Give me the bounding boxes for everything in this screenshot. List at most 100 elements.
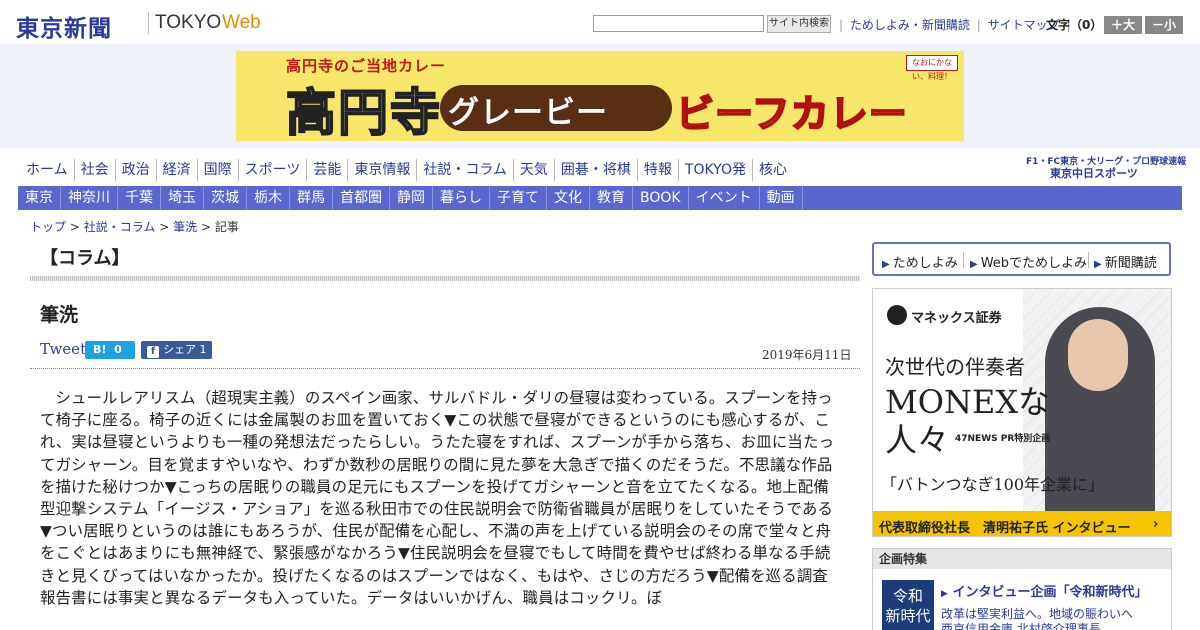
primary-nav: ホーム 社会 政治 経済 国際 スポーツ 芸能 東京情報 社説・コラム 天気 囲碁・将棋 特報 TOKY… [20, 159, 793, 183]
nav-entertainment[interactable]: 芸能 [307, 159, 349, 181]
search-input[interactable] [593, 15, 764, 32]
ad-monex[interactable]: マネックス証券 次世代の伴奏者 MONEXな 人々 47NEWS PR特別企画 … [872, 288, 1172, 537]
nav-kanagawa[interactable]: 神奈川 [61, 186, 118, 210]
article-body: シュールレアリスム（超現実主義）のスペイン画家、サルバドル・ダリの昼寝は変わって… [40, 389, 835, 607]
nav-event[interactable]: イベント [689, 186, 760, 210]
banner-kouenji: 高円寺 [285, 83, 442, 141]
nav-editorial[interactable]: 社説・コラム [417, 159, 514, 181]
hatena-icon: B! [93, 343, 107, 356]
nav-tokuho[interactable]: 特報 [638, 159, 679, 181]
nav-gunma[interactable]: 群馬 [290, 186, 333, 210]
side-link-trial-label: ためしよみ [892, 256, 958, 271]
logo-divider [148, 12, 149, 34]
breadcrumb: トップ > 社説・コラム > 筆洗 > 記事 [30, 218, 239, 235]
triangle-right-icon: ▶ [941, 589, 948, 599]
font-smaller-button[interactable]: －小 [1145, 16, 1183, 34]
chunichi-sports-logo[interactable]: 東京中日スポーツ [1050, 165, 1138, 181]
nav-kyoiku[interactable]: 教育 [590, 186, 633, 210]
breadcrumb-separator: > [159, 220, 170, 234]
banner-gravy-text: グレービー [448, 95, 608, 131]
ad-person-face [1068, 319, 1128, 391]
ad-headline-1: 次世代の伴奏者 [885, 355, 1025, 379]
breadcrumb-separator: > [200, 220, 211, 234]
triangle-right-icon: ▶ [970, 259, 978, 270]
font-size-label: 文字（0） [1046, 18, 1103, 32]
triangle-right-icon: ▶ [1094, 259, 1102, 270]
nav-go-shogi[interactable]: 囲碁・将棋 [555, 159, 638, 181]
breadcrumb-top[interactable]: トップ [30, 220, 66, 234]
feature-box: 企画特集 令和 新時代 ▶ インタビュー企画「令和新時代」 改革は堅実利益へ。地域… [872, 548, 1172, 630]
nav-chiba[interactable]: 千葉 [118, 186, 161, 210]
feature-heading: 企画特集 [873, 549, 1171, 569]
ad-logo-text: マネックス証券 [911, 311, 1002, 326]
nav-book[interactable]: BOOK [633, 186, 689, 210]
ad-banner-curry[interactable]: 高円寺のご当地カレー 高円寺 グレービー ビーフカレー なおにかない、料理！ [236, 51, 964, 141]
search-button[interactable]: サイト内検索 [767, 15, 831, 33]
nav-kurashi[interactable]: 暮らし [433, 186, 490, 210]
feature-title-link[interactable]: ▶ インタビュー企画「令和新時代」 [941, 581, 1147, 600]
feature-thumb-line2: 新時代 [885, 607, 931, 625]
nav-home[interactable]: ホーム [20, 159, 75, 181]
nav-sports[interactable]: スポーツ [239, 159, 308, 181]
link-divider [963, 252, 964, 268]
ad-headline-3: 人々 [885, 421, 950, 459]
tweet-button[interactable]: Tweet [40, 340, 86, 358]
feature-sub-2[interactable]: 西京信用金庫 北村啓介理事長 [941, 620, 1101, 630]
monex-logo-icon [887, 305, 907, 325]
breadcrumb-hissen[interactable]: 筆洗 [173, 220, 197, 234]
facebook-share-count: 1 [199, 343, 207, 356]
logo-web-text[interactable]: Web [222, 12, 261, 34]
chevron-right-icon: › [1153, 517, 1159, 532]
nav-tokyo-info[interactable]: 東京情報 [348, 159, 418, 181]
side-link-trial[interactable]: ▶ ためしよみ [882, 252, 958, 271]
article-title: 筆洗 [40, 304, 79, 326]
facebook-share-button[interactable]: f シェア 1 [141, 341, 212, 359]
site-logo[interactable]: 東京新聞 [16, 9, 112, 43]
nav-tokyo[interactable]: 東京 [18, 186, 61, 210]
font-bigger-button[interactable]: ＋大 [1104, 16, 1142, 34]
link-separator: | [976, 18, 981, 32]
link-separator: | [839, 18, 844, 32]
nav-ibaraki[interactable]: 茨城 [204, 186, 247, 210]
nav-video[interactable]: 動画 [760, 186, 803, 210]
secondary-nav: 東京 神奈川 千葉 埼玉 茨城 栃木 群馬 首都圏 静岡 暮らし 子育て 文化 教育 BOOK イベント 動画 [18, 186, 1182, 210]
nav-kosodate[interactable]: 子育て [490, 186, 547, 210]
nav-society[interactable]: 社会 [75, 159, 116, 181]
link-divider [1088, 252, 1089, 268]
facebook-share-label: シェア [163, 343, 196, 356]
nav-saitama[interactable]: 埼玉 [161, 186, 204, 210]
nav-kakushin[interactable]: 核心 [753, 159, 793, 181]
breadcrumb-separator: > [69, 220, 80, 234]
ad-quote: 「バトンつなぎ100年企業に」 [881, 475, 1105, 494]
nav-tochigi[interactable]: 栃木 [247, 186, 290, 210]
ad-tag: 47NEWS PR特別企画 [955, 434, 1051, 444]
nav-tokyo-hatsu[interactable]: TOKYO発 [679, 159, 753, 181]
breadcrumb-current: 記事 [214, 220, 239, 234]
logo-tokyo-text[interactable]: TOKYO [155, 12, 221, 34]
nav-shizuoka[interactable]: 静岡 [390, 186, 433, 210]
nav-international[interactable]: 国際 [198, 159, 239, 181]
hatena-bookmark-button[interactable]: B! 0 [85, 341, 135, 359]
feature-thumb-line1: 令和 [892, 587, 923, 605]
trial-subscribe-link[interactable]: ためしよみ・新聞購読 [850, 18, 970, 32]
article-divider [30, 368, 860, 369]
side-link-web-trial-label: Webでためしよみ [980, 256, 1088, 271]
side-link-subscribe[interactable]: ▶ 新聞購読 [1094, 252, 1157, 271]
banner-badge: なおにかない、料理！ [906, 55, 958, 81]
banner-beef-curry: ビーフカレー [675, 91, 908, 137]
site-header: 東京新聞 TOKYO Web サイト内検索 | ためしよみ・新聞購読 | サイト… [0, 0, 1200, 44]
breadcrumb-editorial[interactable]: 社説・コラム [84, 220, 156, 234]
section-divider [30, 276, 860, 281]
nav-politics[interactable]: 政治 [116, 159, 157, 181]
nav-weather[interactable]: 天気 [514, 159, 555, 181]
nav-shutoken[interactable]: 首都圏 [333, 186, 390, 210]
nav-economy[interactable]: 経済 [157, 159, 198, 181]
top-links: | ためしよみ・新聞購読 | サイトマップ | [836, 16, 1073, 33]
side-link-subscribe-label: 新聞購読 [1104, 256, 1157, 271]
section-title: 【コラム】 [40, 248, 130, 269]
subscription-links-box: ▶ ためしよみ ▶ Webでためしよみ ▶ 新聞購読 [872, 242, 1171, 276]
side-link-web-trial[interactable]: ▶ Webでためしよみ [970, 252, 1087, 271]
nav-bunka[interactable]: 文化 [547, 186, 590, 210]
feature-title-text: インタビュー企画「令和新時代」 [952, 585, 1148, 600]
feature-thumbnail[interactable]: 令和 新時代 [882, 580, 934, 630]
